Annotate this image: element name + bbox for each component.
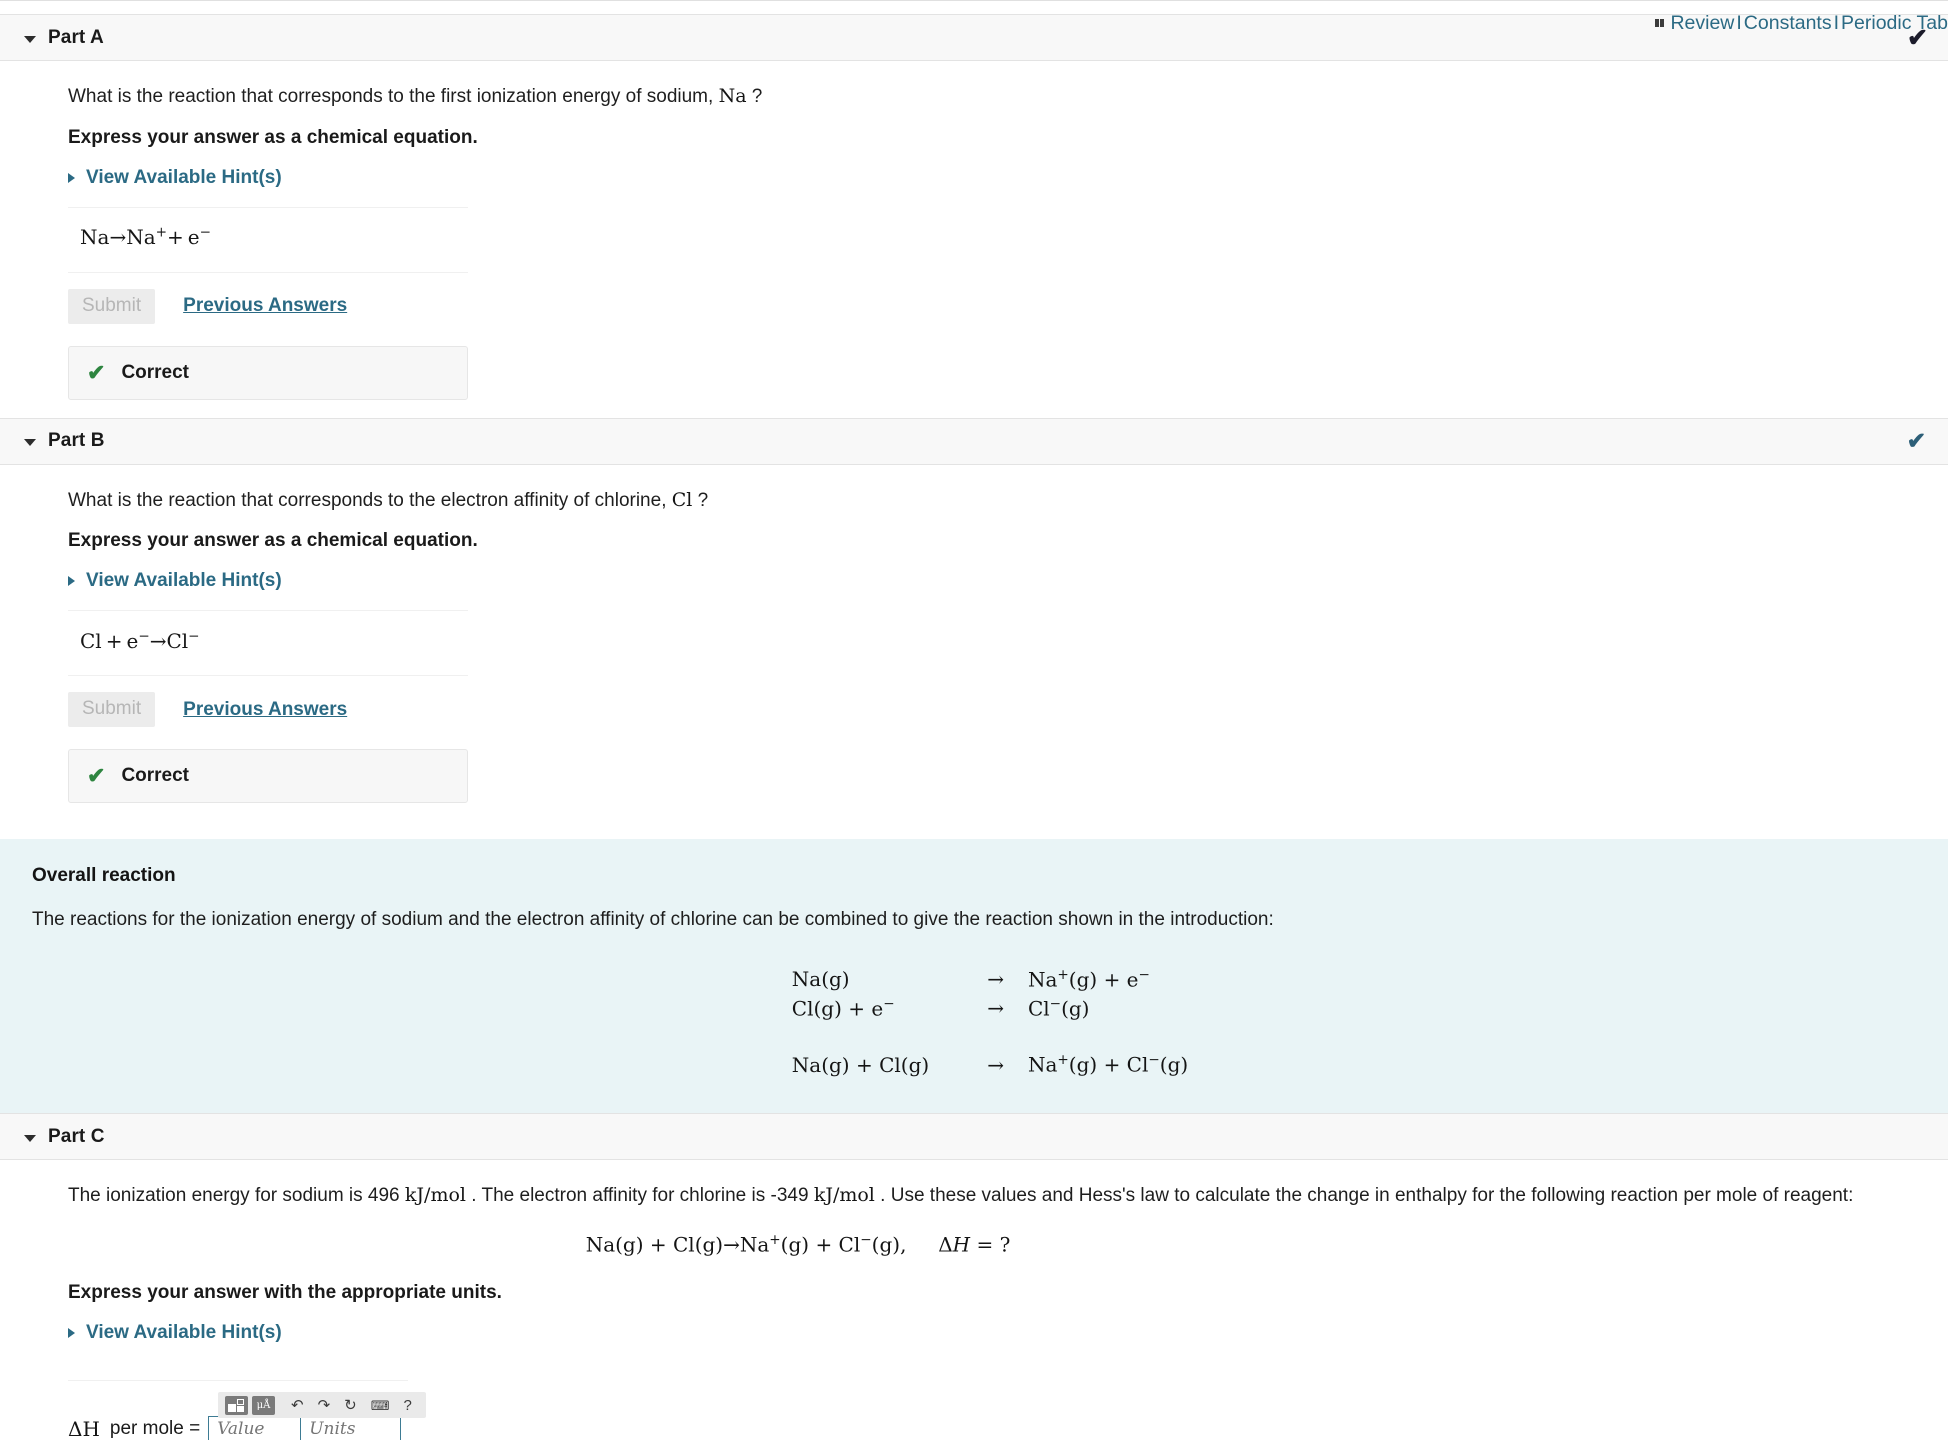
part-b-instruction: Express your answer as a chemical equati… — [68, 530, 478, 552]
check-icon: ✔ — [87, 359, 106, 385]
part-c-unit-2: kJ/mol — [813, 1184, 875, 1207]
reaction-3-lhs: Na(g) + Cl(g) — [791, 1052, 930, 1077]
part-b-feedback: ✔ Correct — [68, 749, 468, 804]
part-b-status-check-icon: ✔ — [1906, 427, 1926, 454]
window-icon — [1655, 19, 1665, 28]
part-c-question: The ionization energy for sodium is 496 … — [68, 1182, 1948, 1210]
periodic-table-link[interactable]: Periodic Tab — [1841, 12, 1948, 34]
part-b-title: Part B — [48, 430, 105, 452]
part-c-instruction: Express your answer with the appropriate… — [68, 1282, 502, 1304]
part-b-answer-display[interactable]: Cl + e−→Cl− — [68, 610, 468, 677]
help-icon[interactable]: ? — [404, 1398, 412, 1413]
part-a-title: Part A — [48, 26, 104, 48]
part-a-button-row: Submit Previous Answers — [68, 288, 1948, 324]
part-a-answer-equation: Na→Na++ e− — [80, 224, 212, 250]
part-a-hint-label: View Available Hint(s) — [86, 166, 282, 188]
part-b-body: What is the reaction that corresponds to… — [0, 465, 1948, 822]
overall-reaction-equations: Na(g) → Na+(g) + e− Cl(g) + e− → Cl−(g) … — [792, 965, 1188, 1079]
reaction-2-arrow: → — [987, 996, 1004, 1021]
overall-reaction-panel: Overall reaction The reactions for the i… — [0, 839, 1948, 1114]
units-icon[interactable]: μÅ — [252, 1395, 275, 1415]
part-b-question-post: ? — [692, 489, 709, 511]
part-b-question: What is the reaction that corresponds to… — [68, 487, 1948, 515]
reaction-3-arrow: → — [987, 1052, 1004, 1077]
reaction-row-2: Cl(g) + e− → Cl−(g) — [792, 994, 1188, 1023]
part-a-question-post: ? — [746, 86, 763, 107]
part-c-question-p2: . The electron affinity for chlorine is … — [466, 1185, 814, 1207]
top-status-check-icon: ✔ — [1907, 24, 1928, 52]
part-a-answer-display[interactable]: Na→Na++ e− — [68, 206, 468, 273]
part-a-instruction: Express your answer as a chemical equati… — [68, 126, 478, 148]
part-c-hint-toggle[interactable]: View Available Hint(s) — [68, 1322, 282, 1344]
top-utility-links: Review I Constants I Periodic Tab — [1655, 12, 1948, 34]
keyboard-icon[interactable]: ⌨ — [371, 1399, 390, 1412]
chevron-right-icon — [68, 576, 75, 587]
chevron-down-icon[interactable] — [24, 1134, 36, 1142]
overall-reaction-title: Overall reaction — [32, 865, 176, 887]
part-b-question-symbol: Cl — [671, 488, 693, 511]
chevron-down-icon[interactable] — [24, 35, 36, 43]
overall-reaction-description: The reactions for the ionization energy … — [32, 909, 1274, 931]
redo-icon[interactable]: ↷ — [318, 1398, 331, 1413]
part-b-feedback-label: Correct — [121, 765, 190, 787]
part-c-body: The ionization energy for sodium is 496 … — [0, 1160, 1948, 1440]
part-c-header[interactable]: Part C — [0, 1113, 1948, 1161]
per-mole-label: per mole = — [109, 1418, 201, 1440]
reaction-1-arrow: → — [987, 967, 1004, 992]
reaction-2-rhs: Cl−(g) — [1027, 995, 1090, 1021]
delta-h-label: ΔH — [68, 1417, 100, 1440]
units-input[interactable] — [301, 1416, 402, 1440]
reaction-row-3: Na(g) + Cl(g) → Na+(g) + Cl−(g) — [792, 1050, 1188, 1079]
chevron-down-icon[interactable] — [24, 439, 36, 447]
part-a-body: What is the reaction that corresponds to… — [0, 61, 1948, 418]
math-template-icon[interactable] — [225, 1395, 248, 1415]
part-b-button-row: Submit Previous Answers — [68, 692, 1948, 728]
reset-icon[interactable]: ↻ — [344, 1398, 357, 1413]
part-a-question-pre: What is the reaction that corresponds to… — [68, 86, 719, 107]
chevron-right-icon — [68, 1328, 75, 1339]
part-b-header[interactable]: Part B ✔ — [0, 417, 1948, 465]
part-a-hint-toggle[interactable]: View Available Hint(s) — [68, 167, 282, 189]
part-c-reaction-equation: Na(g) + Cl(g)→Na+(g) + Cl−(g), ΔH = ? — [585, 1231, 1011, 1257]
math-input-toolbar: μÅ ↶ ↷ ↻ ⌨ ? — [218, 1392, 426, 1419]
check-icon: ✔ — [87, 763, 106, 789]
part-b-hint-label: View Available Hint(s) — [86, 570, 282, 592]
part-a-previous-answers-link[interactable]: Previous Answers — [183, 295, 347, 317]
reaction-1-rhs: Na+(g) + e− — [1027, 967, 1150, 992]
part-a-feedback: ✔ Correct — [68, 345, 468, 400]
reaction-3-rhs: Na+(g) + Cl−(g) — [1027, 1052, 1189, 1078]
value-input[interactable] — [208, 1416, 302, 1440]
reaction-row-1: Na(g) → Na+(g) + e− — [792, 965, 1188, 994]
part-c-hint-label: View Available Hint(s) — [86, 1322, 282, 1344]
part-b-question-pre: What is the reaction that corresponds to… — [68, 489, 672, 511]
part-c-title: Part C — [48, 1125, 105, 1147]
part-b-previous-answers-link[interactable]: Previous Answers — [183, 699, 347, 721]
part-a-question-symbol: Na — [718, 85, 747, 107]
chevron-right-icon — [68, 172, 75, 183]
part-c-answer-widget: μÅ ↶ ↷ ↻ ⌨ ? ΔH per mole = — [68, 1380, 468, 1440]
top-bar — [0, 0, 1948, 14]
constants-link[interactable]: Constants — [1744, 12, 1832, 34]
part-a-feedback-label: Correct — [121, 361, 190, 383]
part-a-question: What is the reaction that corresponds to… — [68, 83, 1948, 111]
reaction-spacer — [792, 1022, 1188, 1050]
part-b-answer-equation: Cl + e−→Cl− — [80, 628, 200, 653]
reaction-1-lhs: Na(g) — [791, 967, 850, 992]
undo-icon[interactable]: ↶ — [291, 1398, 304, 1413]
part-c-answer-line: ΔH per mole = — [68, 1416, 468, 1440]
problem-page: Review I Constants I Periodic Tab ✔ Part A W… — [0, 0, 1948, 1440]
part-b-submit-button[interactable]: Submit — [68, 692, 156, 728]
link-separator-1: I — [1736, 12, 1742, 34]
review-link[interactable]: Review — [1670, 12, 1734, 34]
reaction-2-lhs: Cl(g) + e− — [791, 995, 895, 1021]
part-c-question-p1: The ionization energy for sodium is 496 — [68, 1185, 405, 1207]
link-separator-2: I — [1833, 12, 1840, 34]
part-c-unit-1: kJ/mol — [404, 1184, 466, 1207]
part-a-submit-button[interactable]: Submit — [68, 288, 156, 324]
part-c-question-p3: . Use these values and Hess's law to cal… — [874, 1185, 1854, 1207]
part-b-hint-toggle[interactable]: View Available Hint(s) — [68, 570, 282, 592]
